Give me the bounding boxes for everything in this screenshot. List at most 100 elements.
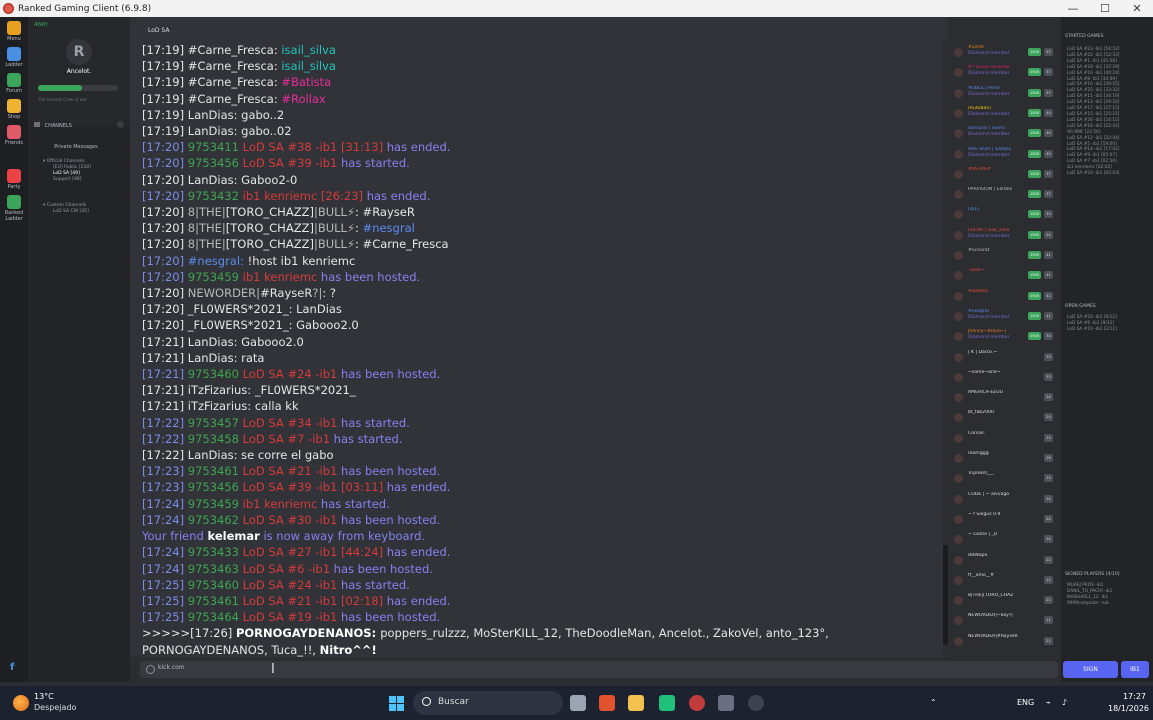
user-row[interactable]: ff__amo__ff 22	[951, 572, 1057, 589]
chat-tab[interactable]: LoD SA	[130, 27, 169, 41]
game-list-item[interactable]: LoD SA #18 -ib1 [22:41]	[1067, 124, 1119, 130]
task-view-icon[interactable]	[570, 695, 586, 711]
rail-item[interactable]: Friends	[0, 125, 28, 146]
user-row[interactable]: #BSTAR# 1500 37	[951, 166, 1057, 183]
game-list-item[interactable]: MoSterKILL_12 -ib1	[1067, 595, 1112, 601]
game-icon[interactable]	[718, 695, 734, 711]
user-row[interactable]: Corsair. 25	[951, 430, 1057, 447]
message-segment: has ended.	[386, 593, 451, 608]
clock[interactable]: 17:27 18/1/2026	[1108, 691, 1149, 715]
channel-item[interactable]: Support [98]	[43, 177, 91, 183]
user-row[interactable]: ~some~one~ 33	[951, 369, 1057, 386]
message-segment[interactable]: isail_silva	[281, 43, 336, 57]
facebook-icon[interactable]: f	[10, 662, 14, 673]
user-row[interactable]: bf_fab2000 24	[951, 409, 1057, 426]
message-segment: #RayseR	[260, 286, 313, 301]
ranked-gaming-client-icon[interactable]	[689, 695, 705, 711]
game-list-item[interactable]: DANIL_TU_PACHI -ib1	[1067, 589, 1112, 595]
user-row[interactable]: [ib1] 1500 33	[951, 206, 1057, 223]
user-row[interactable]: TriplekilI___ 25	[951, 470, 1057, 487]
close-button[interactable]: ✕	[1121, 2, 1153, 15]
maximize-button[interactable]: ☐	[1089, 2, 1121, 15]
network-icon[interactable]: ⌁	[1046, 698, 1051, 707]
user-row[interactable]: (AutoBan) Diamond member 1500 44	[951, 105, 1057, 122]
chat-input[interactable]: kick.com	[140, 661, 1058, 678]
user-row[interactable]: LUCRA | isail_silva Diamond member 1500 24	[951, 227, 1057, 244]
message-segment: _FL0WERS*2021_: Gabooo2.0	[187, 318, 359, 333]
taskbar-search[interactable]: Buscar	[413, 691, 563, 715]
scrollbar-thumb[interactable]	[943, 545, 948, 645]
message-timestamp: [17:25]	[142, 577, 185, 592]
game-list-item[interactable]: LoD SA #15 -ib1 [25:21]	[1067, 112, 1119, 118]
presence-status[interactable]: AWAY	[34, 22, 48, 28]
weather-desc[interactable]: Despejado	[34, 703, 76, 712]
weather-icon[interactable]	[13, 695, 29, 711]
user-row[interactable]: Jhonny~Bravo~| Diamond member 1500 34	[951, 328, 1057, 345]
user-row[interactable]: 8|THE|[TORO_CHAZ 21	[951, 592, 1057, 609]
game-list-item[interactable]: 9999computer -rub	[1067, 601, 1112, 607]
server-select[interactable]: IB1	[1121, 661, 1149, 678]
rail-item[interactable]: Ranked Ladder	[0, 195, 28, 222]
message-segment[interactable]: isail_silva	[281, 59, 336, 73]
user-row[interactable]: ~ Game | _D 24	[951, 531, 1057, 548]
avatar[interactable]: R	[66, 39, 92, 65]
weather-temp[interactable]: 13°C	[34, 692, 54, 701]
user-row[interactable]: | K | Darco.~ 33	[951, 349, 1057, 366]
game-list-item[interactable]: LoD SA #29 -ib1 [37:29]	[1067, 65, 1119, 71]
user-row[interactable]: #Scoorat 1500 41	[951, 247, 1057, 264]
user-row[interactable]: #^Lorey~Aracely Diamond member 1500 57	[951, 64, 1057, 81]
user-row[interactable]: roomggg 26	[951, 450, 1057, 467]
user-row[interactable]: NEWORDER|#RayseR 21	[951, 633, 1057, 650]
language-indicator[interactable]: ENG	[1017, 698, 1034, 707]
chat-input-text[interactable]: kick.com	[158, 664, 185, 671]
channels-header[interactable]: CHANNELS	[34, 121, 124, 134]
add-channel-icon[interactable]	[117, 121, 124, 128]
rail-item[interactable]: Forum	[0, 73, 28, 94]
message-segment[interactable]: #nesgral:	[188, 254, 248, 268]
emoji-icon[interactable]	[146, 665, 155, 674]
rail-item[interactable]: Shop	[0, 99, 28, 120]
volume-icon[interactable]: ♪	[1062, 698, 1067, 707]
brave-browser-icon[interactable]	[599, 695, 615, 711]
user-row[interactable]: CODE | ~ alvvago 24	[951, 491, 1057, 508]
game-list-item[interactable]: LoD SA #6 -ib1 [9/12]	[1067, 321, 1117, 327]
message-segment: #Carne_Fresca:	[187, 75, 282, 90]
message-segment[interactable]: #Batista	[281, 75, 331, 89]
game-list-item[interactable]: LoD SA #22 -ib1 [52:33]	[1067, 53, 1119, 59]
game-list-item[interactable]: LoD SA #26 -ib1 [24:15]	[1067, 118, 1119, 124]
user-row[interactable]: NEWORDER|~kay?| 21	[951, 612, 1057, 629]
user-row[interactable]: ~Jedi~ 1500 41	[951, 267, 1057, 284]
tray-chevron-icon[interactable]: ⌃	[930, 698, 937, 707]
game-list-item[interactable]: LoD SA #24 -ib1 [02:03]	[1067, 171, 1119, 177]
sign-button[interactable]: SIGN	[1063, 661, 1118, 678]
rail-item[interactable]: Party	[0, 169, 28, 190]
user-row[interactable]: #nesgral Diamond member 1500 41	[951, 308, 1057, 325]
chat-scrollbar[interactable]	[943, 40, 948, 655]
user-row[interactable]: Samurai | rSemi Diamond member 1500 40	[951, 125, 1057, 142]
game-list-item[interactable]: LoD SA #16 -ib1 [40:24]	[1067, 71, 1119, 77]
game-list-item[interactable]: LoD SA #1 -ib1 [45:58]	[1067, 59, 1119, 65]
user-row[interactable]: #Batista 1500 41	[951, 288, 1057, 305]
channel-item[interactable]: LoD SA CW [45]	[43, 209, 89, 215]
user-row[interactable]: ~ f Salgus 0.9 24	[951, 511, 1057, 528]
user-row[interactable]: #[IBGC] PerSI Diamond member 1500 57	[951, 85, 1057, 102]
user-avatar	[954, 48, 963, 57]
chatgpt-icon[interactable]	[748, 695, 764, 711]
private-messages-link[interactable]: Private Messages	[28, 144, 124, 150]
message-segment[interactable]: #nesgral	[363, 221, 415, 235]
message-author[interactable]: PORNOGAYDENANOS:	[236, 626, 380, 640]
rail-item[interactable]: Ladder	[0, 47, 28, 68]
game-list-item[interactable]: LoD SA #12 -ib1 [22:44]	[1067, 136, 1119, 142]
rail-item[interactable]: Menu	[0, 21, 28, 42]
app-icon[interactable]	[659, 695, 675, 711]
message-segment[interactable]: #Rollax	[281, 92, 325, 106]
start-button[interactable]	[389, 696, 404, 711]
file-explorer-icon[interactable]	[628, 695, 644, 711]
minimize-button[interactable]: —	[1057, 2, 1089, 15]
user-row[interactable]: AMERICA-EEUU 24	[951, 389, 1057, 406]
user-row[interactable]: #Zedd Diamond member 1500 57	[951, 44, 1057, 61]
user-row[interactable]: iKKNope 22	[951, 552, 1057, 569]
game-list-item[interactable]: LoD SA #19 -ib1 [2/12]	[1067, 327, 1117, 333]
user-row[interactable]: ARG Start | Sampa Diamond member 1500 40	[951, 146, 1057, 163]
user-row[interactable]: PARVISION | Ellitalo 1500 37	[951, 186, 1057, 203]
